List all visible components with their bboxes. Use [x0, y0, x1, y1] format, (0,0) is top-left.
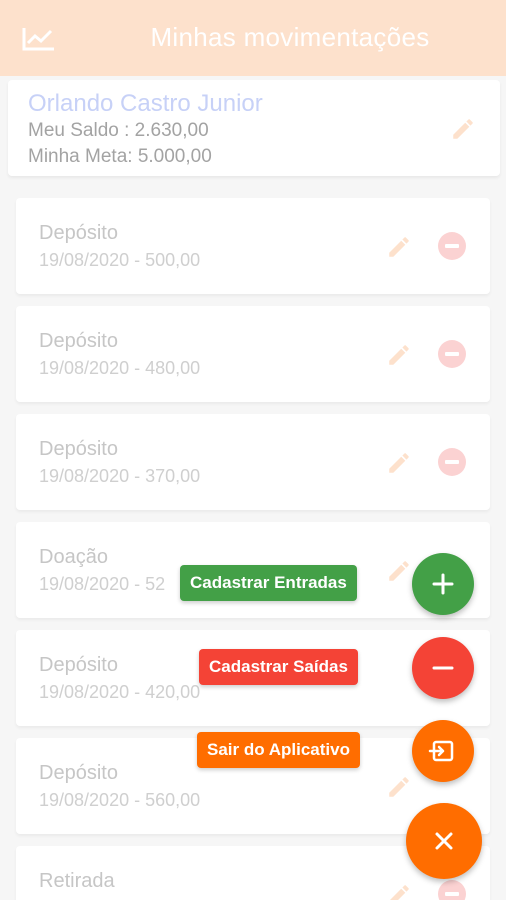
app-header: Minhas movimentações — [0, 0, 506, 76]
edit-icon[interactable] — [386, 774, 412, 800]
sair-aplicativo-label[interactable]: Sair do Aplicativo — [197, 732, 360, 768]
delete-icon[interactable] — [438, 448, 466, 476]
page-title: Minhas movimentações — [150, 22, 430, 52]
transaction-detail: 19/08/2020 - 480,00 — [39, 358, 201, 378]
plus-icon — [432, 573, 454, 595]
exit-icon — [428, 740, 454, 762]
transaction-detail: 19/08/2020 - 420,00 — [39, 682, 201, 702]
exit-app-button[interactable] — [412, 720, 474, 782]
transaction-type: Depósito — [39, 222, 118, 244]
close-menu-button[interactable] — [406, 803, 482, 879]
transaction-type: Depósito — [39, 654, 118, 676]
delete-icon[interactable] — [438, 340, 466, 368]
profile-card: Orlando Castro Junior Meu Saldo : 2.630,… — [8, 80, 500, 176]
edit-icon[interactable] — [386, 558, 412, 584]
minus-icon — [432, 666, 454, 670]
goal-text: Minha Meta: 5.000,00 — [28, 146, 212, 167]
balance-text: Meu Saldo : 2.630,00 — [28, 120, 209, 141]
edit-icon[interactable] — [386, 234, 412, 260]
transaction-type: Depósito — [39, 330, 118, 352]
transaction-detail: 19/08/2020 - 370,00 — [39, 466, 201, 486]
transaction-type: Retirada — [39, 870, 115, 892]
edit-icon[interactable] — [386, 450, 412, 476]
transaction-type: Depósito — [39, 438, 118, 460]
edit-icon[interactable] — [386, 882, 412, 900]
transaction-detail: 19/08/2020 - 52 — [39, 574, 166, 594]
transaction-card[interactable]: Depósito 19/08/2020 - 500,00 — [16, 198, 490, 294]
transaction-card[interactable]: Depósito 19/08/2020 - 370,00 — [16, 414, 490, 510]
transaction-detail: 19/08/2020 - 560,00 — [39, 790, 201, 810]
add-expense-button[interactable] — [412, 637, 474, 699]
transaction-type: Doação — [39, 546, 108, 568]
close-icon — [435, 832, 453, 850]
add-entry-button[interactable] — [412, 553, 474, 615]
transaction-card[interactable]: Depósito 19/08/2020 - 480,00 — [16, 306, 490, 402]
edit-profile-icon[interactable] — [450, 116, 476, 142]
delete-icon[interactable] — [438, 232, 466, 260]
cadastrar-saidas-label[interactable]: Cadastrar Saídas — [199, 649, 358, 685]
cadastrar-entradas-label[interactable]: Cadastrar Entradas — [180, 565, 357, 601]
delete-icon[interactable] — [438, 880, 466, 900]
edit-icon[interactable] — [386, 342, 412, 368]
transaction-type: Depósito — [39, 762, 118, 784]
profile-name: Orlando Castro Junior — [28, 90, 263, 117]
transaction-detail: 19/08/2020 - 500,00 — [39, 250, 201, 270]
